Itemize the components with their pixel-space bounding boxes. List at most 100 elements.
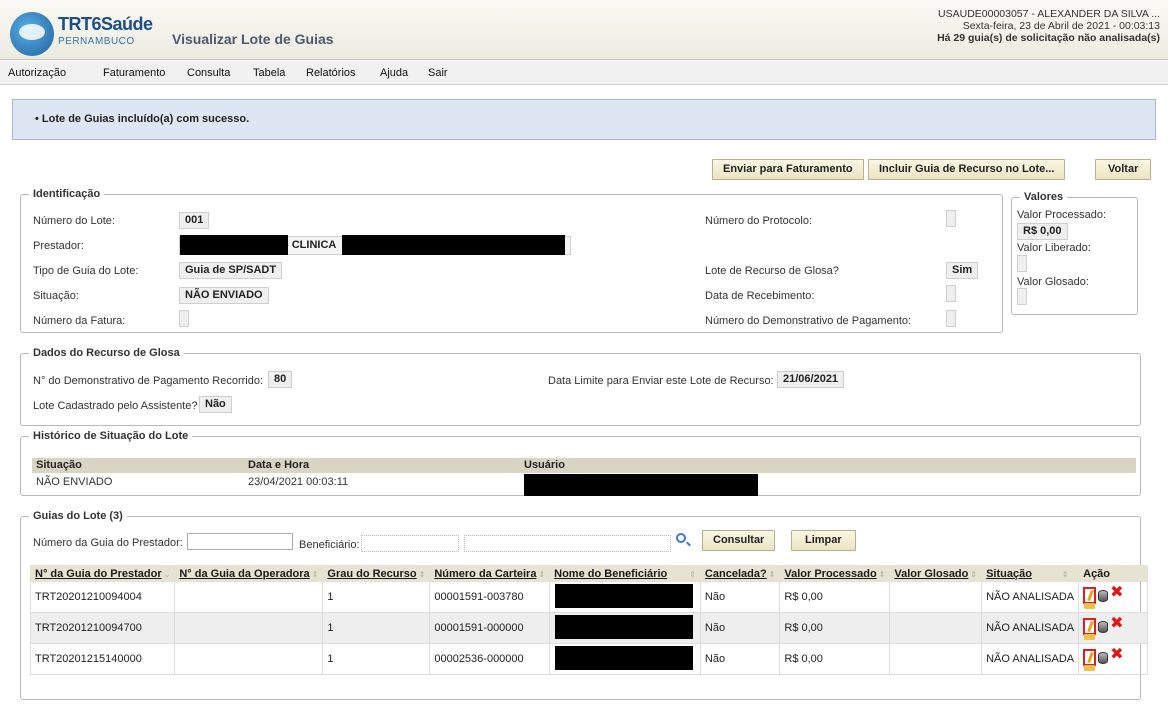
- historico-legend: Histórico de Situação do Lote: [29, 430, 193, 442]
- current-date: Sexta-feira, 23 de Abril de 2021 - 00:03…: [962, 20, 1160, 32]
- alert-message: • Lote de Guias incluído(a) com sucesso.: [35, 113, 250, 125]
- data-limite-value: 21/06/2021: [777, 371, 845, 388]
- historico-situacao: NÃO ENVIADO: [36, 476, 113, 488]
- table-row: TRT20201210094004 1 00001591-003780 Não …: [29, 581, 1149, 613]
- col-numero-carteira[interactable]: Número da Carteira ⇕: [429, 565, 551, 582]
- database-icon[interactable]: [1098, 590, 1109, 602]
- valor-glosado-cell: [889, 581, 983, 613]
- guias-header-row: N° da Guia do Prestador ⌄ N° da Guia da O…: [29, 565, 1149, 582]
- lote-recurso-label: Lote de Recurso de Glosa?: [705, 265, 839, 277]
- voltar-button[interactable]: Voltar: [1095, 159, 1152, 180]
- menu-consulta[interactable]: Consulta: [187, 67, 230, 79]
- valor-processado-cell: R$ 0,00: [779, 612, 891, 644]
- menu-relatorios[interactable]: Relatórios: [306, 67, 356, 79]
- recurso-glosa-section: Dados do Recurso de Glosa: [20, 347, 1141, 426]
- valor-processado-cell: R$ 0,00: [779, 643, 891, 675]
- valor-processado-value: R$ 0,00: [1017, 223, 1068, 240]
- delete-icon[interactable]: ✖: [1110, 582, 1123, 602]
- filtro-numero-input[interactable]: [187, 533, 293, 550]
- data-limite-label: Data Limite para Enviar este Lote de Rec…: [548, 375, 774, 387]
- database-icon[interactable]: [1098, 652, 1109, 664]
- filtro-beneficiario-code-input[interactable]: [361, 535, 459, 552]
- guias-table: N° da Guia do Prestador ⌄ N° da Guia da O…: [29, 565, 1149, 675]
- situacao-value: NÃO ENVIADO: [179, 287, 269, 304]
- assistente-label: Lote Cadastrado pelo Assistente?: [33, 400, 198, 412]
- menu-tabela[interactable]: Tabela: [253, 67, 285, 79]
- limpar-button[interactable]: Limpar: [791, 530, 856, 551]
- col-guia-prestador[interactable]: N° da Guia do Prestador ⌄: [29, 565, 176, 582]
- identificacao-legend: Identificação: [29, 188, 105, 200]
- col-grau-recurso[interactable]: Grau do Recurso ⇕: [322, 565, 431, 582]
- delete-icon[interactable]: ✖: [1110, 613, 1123, 633]
- numero-protocolo-label: Número do Protocolo:: [705, 215, 812, 227]
- valor-processado-label: Valor Processado:: [1017, 209, 1107, 221]
- col-valor-glosado[interactable]: Valor Glosado ⇕: [889, 565, 983, 582]
- situacao-cell: NÃO ANALISADA: [981, 581, 1080, 613]
- folder-icon[interactable]: [1084, 603, 1096, 609]
- situacao-cell: NÃO ANALISADA: [981, 643, 1080, 675]
- numero-demonstrativo-label: Número do Demonstrativo de Pagamento:: [705, 315, 912, 327]
- guia-prestador-cell: TRT20201210094700: [29, 612, 176, 644]
- valor-liberado-value: [1017, 255, 1027, 272]
- tipo-guia-label: Tipo de Guia do Lote:: [33, 265, 139, 277]
- numero-carteira-cell: 00001591-000000: [429, 612, 551, 644]
- filtro-beneficiario-label: Beneficiário:: [299, 539, 360, 551]
- trt6-logo-icon: [10, 12, 54, 56]
- delete-icon[interactable]: ✖: [1110, 644, 1123, 664]
- col-cancelada[interactable]: Cancelada? ⇕: [699, 565, 781, 582]
- menu-ajuda[interactable]: Ajuda: [380, 67, 408, 79]
- numero-demonstrativo-value: [946, 310, 956, 327]
- nome-beneficiario-cell: [549, 612, 701, 644]
- main-menu: Autorização Faturamento Consulta Tabela …: [0, 61, 1168, 85]
- numero-fatura-value: [179, 310, 189, 327]
- filtro-beneficiario-name-input[interactable]: [464, 535, 671, 552]
- col-nome-beneficiario[interactable]: Nome do Beneficiário ⇕: [549, 565, 701, 582]
- prestador-redacted-2: [342, 235, 565, 255]
- cancelada-cell: Não: [699, 643, 781, 675]
- acao-cell: ✖: [1078, 581, 1149, 613]
- logo-title: TRT6Saúde: [58, 14, 153, 34]
- numero-carteira-cell: 00002536-000000: [429, 643, 551, 675]
- col-valor-processado[interactable]: Valor Processado ⇕: [779, 565, 891, 582]
- guia-prestador-cell: TRT20201215140000: [29, 643, 176, 675]
- guia-operadora-cell: [174, 643, 324, 675]
- database-icon[interactable]: [1098, 621, 1109, 633]
- enviar-faturamento-button[interactable]: Enviar para Faturamento: [712, 159, 864, 180]
- lote-recurso-value: Sim: [946, 262, 979, 279]
- user-name: USAUDE00003057 - ALEXANDER DA SILVA ...: [938, 8, 1160, 20]
- edit-pencil-icon[interactable]: [1083, 649, 1097, 666]
- edit-pencil-icon[interactable]: [1083, 618, 1097, 635]
- valor-processado-cell: R$ 0,00: [779, 581, 891, 613]
- menu-faturamento[interactable]: Faturamento: [103, 67, 165, 79]
- incluir-guia-recurso-button[interactable]: Incluir Guia de Recurso no Lote...: [868, 159, 1066, 180]
- grau-recurso-cell: 1: [322, 612, 431, 644]
- beneficiario-redacted: [555, 615, 694, 639]
- col-guia-operadora[interactable]: N° da Guia da Operadora ⇕: [174, 565, 324, 582]
- col-acao: Ação: [1078, 565, 1149, 582]
- historico-header-row: Situação Data e Hora Usuário: [32, 458, 1136, 473]
- page-title: Visualizar Lote de Guias: [172, 31, 334, 47]
- cancelada-cell: Não: [699, 612, 781, 644]
- success-alert: • Lote de Guias incluído(a) com sucesso.: [12, 99, 1156, 140]
- consultar-button[interactable]: Consultar: [702, 530, 776, 551]
- table-row: TRT20201210094700 1 00001591-000000 Não …: [29, 612, 1149, 644]
- valor-glosado-cell: [889, 643, 983, 675]
- guia-prestador-cell: TRT20201210094004: [29, 581, 176, 613]
- folder-icon[interactable]: [1084, 665, 1096, 671]
- valores-legend: Valores: [1020, 191, 1068, 203]
- col-situacao[interactable]: Situação ⇕: [981, 565, 1080, 582]
- historico-col-usuario: Usuário: [524, 459, 565, 471]
- guia-operadora-cell: [174, 581, 324, 613]
- edit-pencil-icon[interactable]: [1083, 587, 1097, 604]
- guia-operadora-cell: [174, 612, 324, 644]
- folder-icon[interactable]: [1084, 634, 1096, 640]
- historico-usuario-redacted: [524, 474, 758, 496]
- app-header: TRT6Saúde PERNAMBUCO Visualizar Lote de …: [0, 0, 1168, 60]
- menu-autorizacao[interactable]: Autorização: [8, 67, 66, 79]
- search-icon[interactable]: [676, 533, 686, 543]
- menu-sair[interactable]: Sair: [428, 67, 448, 79]
- valor-glosado-cell: [889, 612, 983, 644]
- assistente-value: Não: [199, 396, 232, 413]
- recurso-glosa-legend: Dados do Recurso de Glosa: [29, 347, 184, 359]
- numero-protocolo-value: [946, 210, 956, 227]
